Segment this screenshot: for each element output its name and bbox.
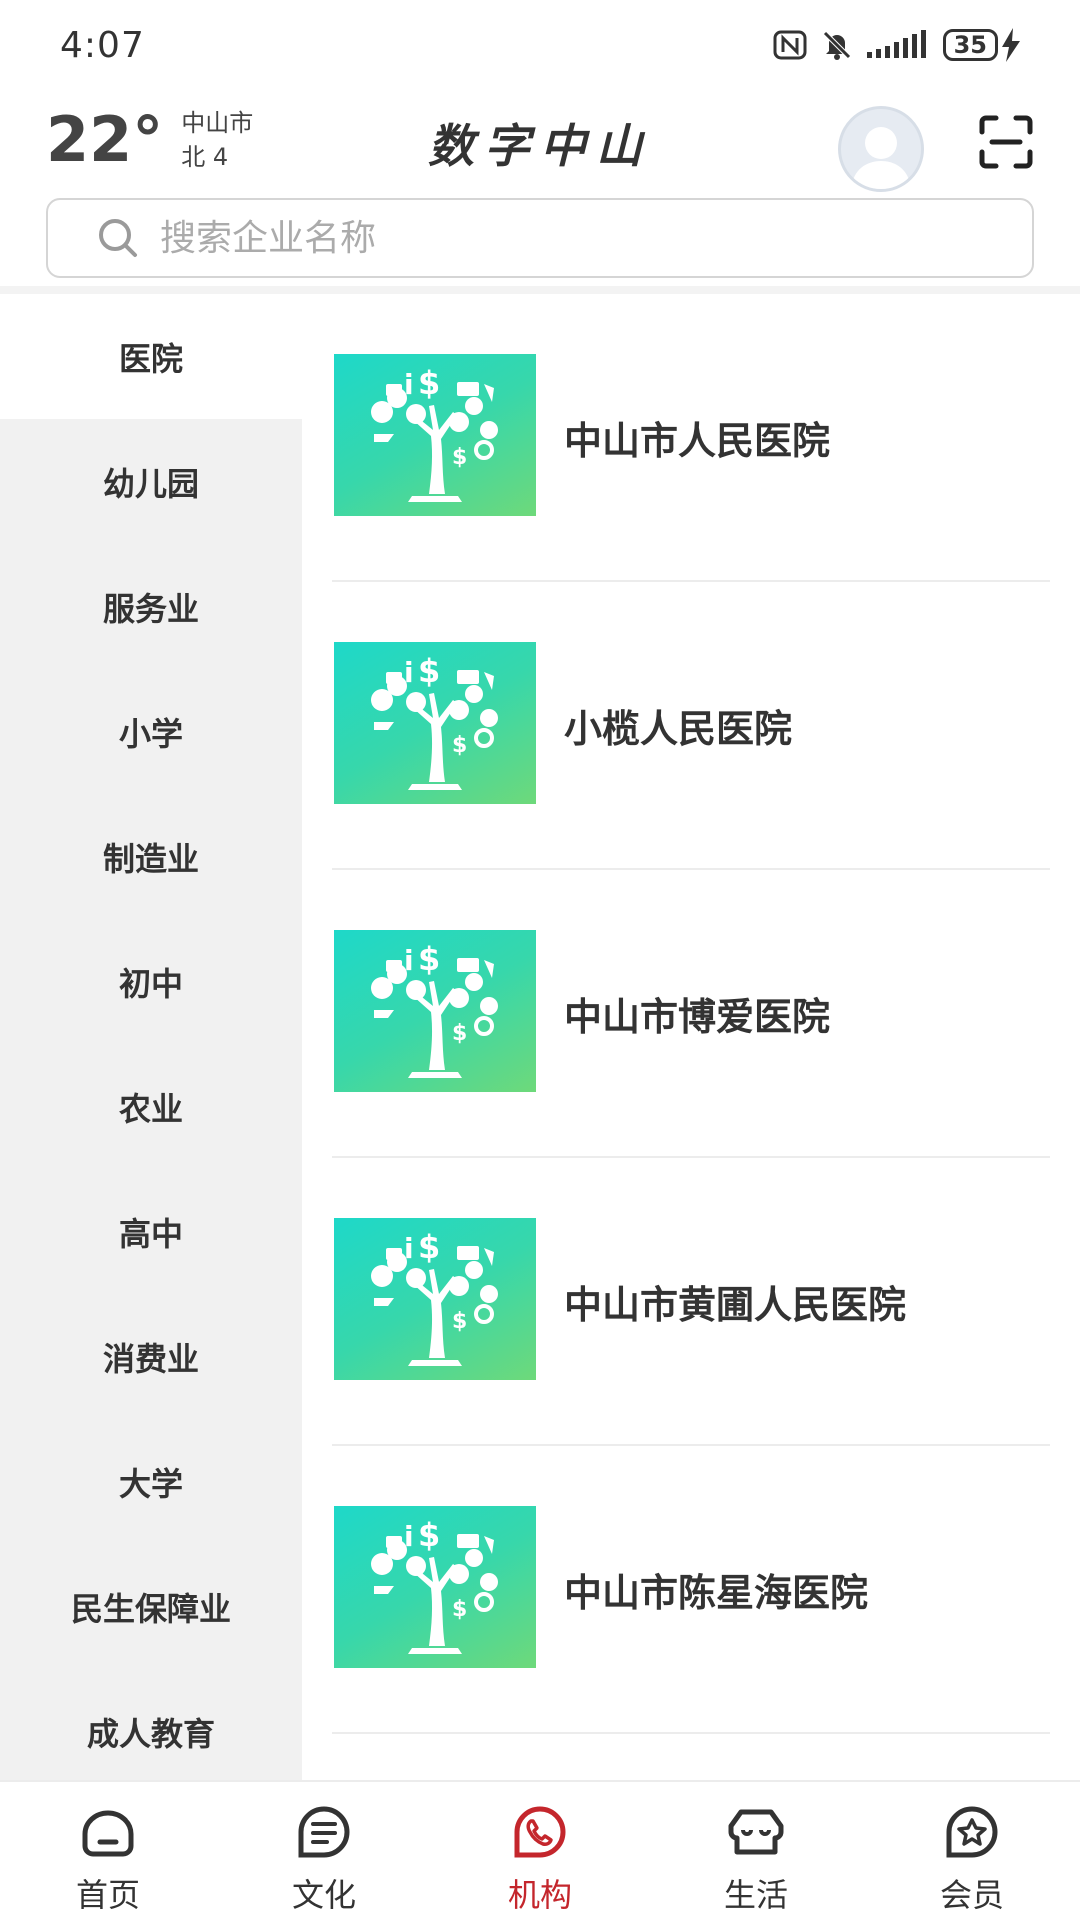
nav-item-life[interactable]: 生活	[648, 1782, 864, 1920]
organization-thumbnail: $ i $	[334, 642, 536, 804]
organization-thumbnail: $ i $	[334, 1218, 536, 1380]
organization-list: $ i $ 中山市人民医院 $ i $ 小榄人民医院 $ i $ 中山市博爱医院…	[302, 294, 1080, 1780]
svg-text:i: i	[404, 1520, 414, 1553]
home-icon	[82, 1810, 134, 1857]
member-icon	[946, 1806, 998, 1858]
svg-text:$: $	[418, 652, 440, 690]
organization-name: 中山市黄圃人民医院	[564, 1283, 907, 1327]
header-divider	[0, 286, 1080, 294]
organization-name: 中山市人民医院	[564, 419, 831, 463]
svg-text:i: i	[404, 1232, 414, 1265]
svg-text:$: $	[418, 1516, 440, 1554]
life-icon	[728, 1809, 784, 1855]
svg-text:$: $	[418, 1228, 440, 1266]
nav-label: 文化	[291, 1876, 356, 1914]
search-bar[interactable]	[46, 198, 1034, 278]
svg-text:$: $	[452, 733, 467, 758]
tree-logo-icon: $ i $	[371, 364, 498, 502]
category-item-primary-school[interactable]: 小学	[0, 669, 302, 794]
category-item-junior-high[interactable]: 初中	[0, 919, 302, 1044]
status-icons: 35	[773, 28, 1020, 62]
list-item[interactable]: $ i $ 中山市博爱医院	[302, 870, 1080, 1158]
list-item[interactable]: $ i $ 中山市人民医院	[302, 294, 1080, 582]
signal-icon	[866, 30, 929, 60]
avatar-icon	[851, 127, 911, 189]
search-input[interactable]	[160, 217, 960, 259]
search-icon	[99, 219, 137, 257]
svg-text:i: i	[404, 368, 414, 401]
status-bar: 4:07 35	[0, 0, 1080, 90]
nav-label: 生活	[723, 1876, 788, 1914]
organization-name: 小榄人民医院	[564, 707, 793, 751]
culture-icon	[298, 1806, 350, 1858]
category-item-hospital[interactable]: 医院	[0, 294, 302, 419]
category-item-livelihood[interactable]: 民生保障业	[0, 1544, 302, 1669]
category-item-senior-high[interactable]: 高中	[0, 1169, 302, 1294]
organization-thumbnail: $ i $	[334, 354, 536, 516]
charging-icon	[1002, 28, 1020, 62]
avatar[interactable]	[838, 106, 924, 192]
organization-name: 中山市陈星海医院	[564, 1571, 869, 1615]
organization-name: 中山市博爱医院	[564, 995, 831, 1039]
organization-thumbnail: $ i $	[334, 930, 536, 1092]
category-item-university[interactable]: 大学	[0, 1419, 302, 1544]
svg-text:$: $	[452, 1597, 467, 1622]
list-item[interactable]: $ i $ 中山市陈星海医院	[302, 1446, 1080, 1734]
bottom-navigation: 首页 文化 机构 生活 会员	[0, 1780, 1080, 1920]
svg-text:$: $	[452, 1021, 467, 1046]
svg-text:$: $	[452, 1309, 467, 1334]
nav-label: 机构	[507, 1876, 572, 1914]
svg-text:i: i	[404, 944, 414, 977]
category-item-service[interactable]: 服务业	[0, 544, 302, 669]
header: 22° 中山市 北 4 数字中山	[0, 90, 1080, 200]
svg-text:$: $	[452, 445, 467, 470]
nav-item-culture[interactable]: 文化	[216, 1782, 432, 1920]
nav-label: 首页	[75, 1876, 140, 1914]
svg-text:$: $	[418, 364, 440, 402]
nav-item-home[interactable]: 首页	[0, 1782, 216, 1920]
svg-text:i: i	[404, 656, 414, 689]
list-item[interactable]: $ i $ 中山市黄圃人民医院	[302, 1158, 1080, 1446]
tree-logo-icon: $ i $	[371, 1516, 498, 1654]
category-sidebar: 医院 幼儿园 服务业 小学 制造业 初中 农业 高中 消费业 大学 民生保障业 …	[0, 294, 302, 1780]
scan-button[interactable]	[978, 114, 1034, 170]
category-item-manufacturing[interactable]: 制造业	[0, 794, 302, 919]
category-item-consumer[interactable]: 消费业	[0, 1294, 302, 1419]
tree-logo-icon: $ i $	[371, 1228, 498, 1366]
status-time: 4:07	[60, 24, 145, 66]
category-item-kindergarten[interactable]: 幼儿园	[0, 419, 302, 544]
tree-logo-icon: $ i $	[371, 940, 498, 1078]
nav-label: 会员	[939, 1876, 1004, 1914]
nav-item-member[interactable]: 会员	[864, 1782, 1080, 1920]
battery-level: 35	[942, 29, 998, 61]
tree-logo-icon: $ i $	[371, 652, 498, 790]
mute-icon	[821, 29, 853, 61]
organization-thumbnail: $ i $	[334, 1506, 536, 1668]
nav-item-institution[interactable]: 机构	[432, 1782, 648, 1920]
scan-icon	[979, 115, 1033, 169]
svg-text:$: $	[418, 940, 440, 978]
row-divider	[332, 1732, 1050, 1734]
category-item-agriculture[interactable]: 农业	[0, 1044, 302, 1169]
list-item[interactable]: $ i $ 小榄人民医院	[302, 582, 1080, 870]
category-item-adult-education[interactable]: 成人教育	[0, 1669, 302, 1794]
nfc-icon	[773, 30, 807, 60]
phone-icon	[514, 1806, 566, 1858]
battery-icon: 35	[942, 28, 1020, 62]
